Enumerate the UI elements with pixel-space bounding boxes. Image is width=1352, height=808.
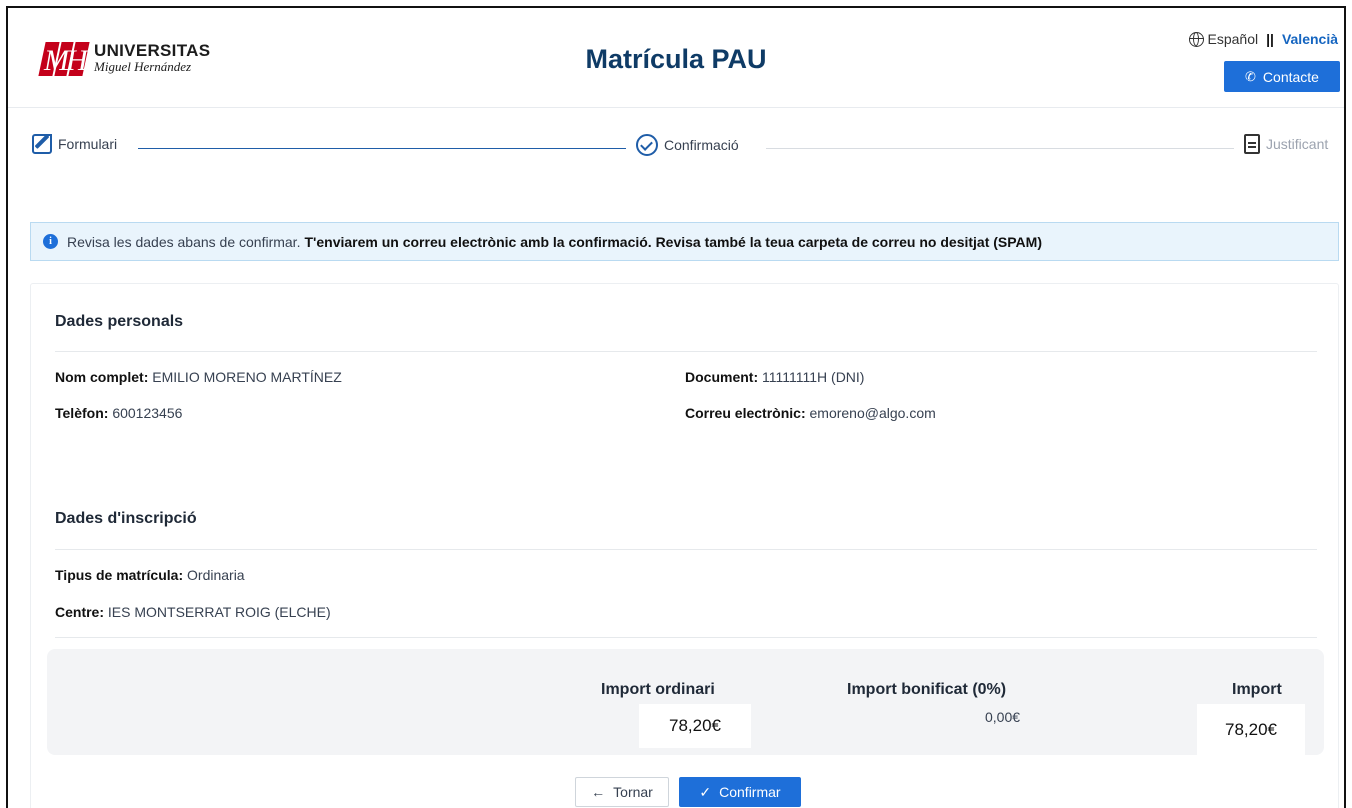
- header: MH UNIVERSITAS Miguel Hernández Matrícul…: [8, 8, 1344, 108]
- contact-label: Contacte: [1262, 68, 1319, 85]
- phone-icon: ✆: [1245, 68, 1256, 84]
- check-circle-icon: [636, 134, 658, 156]
- field-phone: Telèfon: 600123456: [55, 405, 183, 421]
- divider: [55, 351, 1317, 352]
- page-title: Matrícula PAU: [585, 44, 767, 74]
- document-icon: [1244, 134, 1260, 154]
- lang-option-es[interactable]: Español: [1208, 31, 1259, 47]
- total-amount-label: Import: [1232, 681, 1282, 698]
- ordinary-amount-value: 78,20€: [639, 704, 751, 748]
- step-label: Confirmació: [664, 137, 739, 153]
- confirm-button[interactable]: ✓ Confirmar: [679, 777, 801, 807]
- field-email: Correu electrònic: emoreno@algo.com: [685, 405, 936, 421]
- discount-amount-label: Import bonificat (0%): [847, 681, 1007, 698]
- ordinary-amount-label: Import ordinari: [601, 681, 715, 698]
- arrow-left-icon: ←: [591, 784, 606, 800]
- step-formulari: Formulari: [32, 134, 118, 154]
- back-button[interactable]: ← Tornar: [575, 777, 669, 807]
- total-amount-value: 78,20€: [1197, 704, 1305, 755]
- lang-separator: ||: [1266, 31, 1274, 47]
- checkmark-icon: ✓: [699, 783, 712, 800]
- section-title-personal: Dades personals: [55, 313, 184, 330]
- stepper-line-done: [138, 148, 626, 149]
- alert-text: Revisa les dades abans de confirmar.: [67, 233, 301, 250]
- totals-panel: Import ordinari 78,20€ Import bonificat …: [47, 649, 1324, 755]
- alert-text-bold: T'enviarem un correu electrònic amb la c…: [304, 233, 1042, 250]
- info-icon: i: [43, 234, 58, 249]
- step-justificant: Justificant: [1244, 134, 1329, 154]
- divider: [55, 549, 1317, 550]
- section-title-enrollment: Dades d'inscripció: [55, 510, 197, 527]
- step-label: Justificant: [1266, 136, 1329, 152]
- edit-icon: [32, 134, 52, 154]
- field-centre: Centre: IES MONTSERRAT ROIG (ELCHE): [55, 604, 331, 620]
- lang-option-va[interactable]: Valencià: [1282, 31, 1338, 47]
- app-frame: MH UNIVERSITAS Miguel Hernández Matrícul…: [6, 6, 1346, 808]
- language-switcher: Español || Valencià: [1188, 31, 1338, 47]
- field-document: Document: 11111111H (DNI): [685, 369, 865, 385]
- globe-icon: [1188, 31, 1204, 47]
- stepper-line-pending: [766, 148, 1234, 149]
- divider: [55, 637, 1317, 638]
- info-alert: i Revisa les dades abans de confirmar. T…: [30, 222, 1339, 261]
- contact-button[interactable]: ✆ Contacte: [1224, 61, 1340, 92]
- summary-card: Dades personals Nom complet: EMILIO MORE…: [30, 283, 1339, 808]
- step-confirmacio: Confirmació: [636, 134, 739, 156]
- stepper: Formulari Confirmació Justificant: [8, 130, 1344, 160]
- field-enrollment-type: Tipus de matrícula: Ordinaria: [55, 567, 245, 583]
- field-full-name: Nom complet: EMILIO MORENO MARTÍNEZ: [55, 369, 342, 385]
- step-label: Formulari: [58, 136, 118, 152]
- discount-amount-value: 0,00€: [985, 709, 1021, 725]
